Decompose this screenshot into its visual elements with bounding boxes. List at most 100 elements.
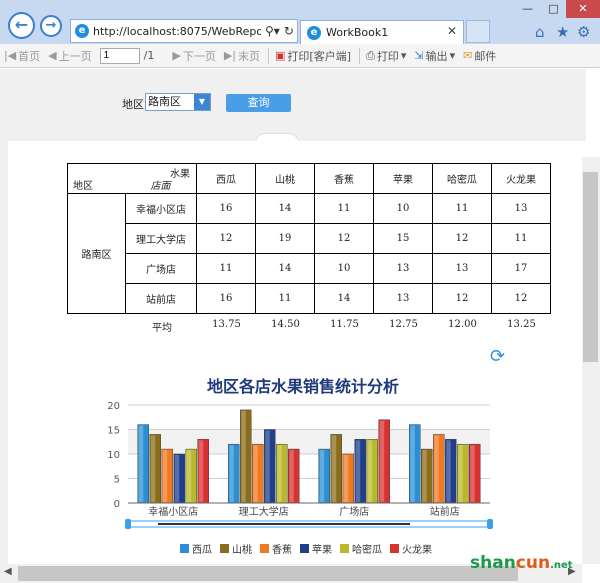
watermark-logo: shancun.net	[470, 553, 573, 573]
report-margin	[0, 141, 8, 564]
table-row: 站前店 16 11 14 13 12 12	[68, 283, 551, 314]
bar-highlight	[162, 450, 168, 502]
query-button[interactable]: 查询	[226, 94, 291, 112]
next-page-button[interactable]: ▶ 下一页	[172, 48, 215, 64]
bar-highlight	[367, 440, 373, 502]
print-client-label: 打印[客户端]	[287, 49, 351, 63]
chart-title: 地区各店水果销售统计分析	[207, 377, 399, 396]
chevron-down-icon: ▾	[400, 49, 407, 62]
value-cell: 12	[491, 283, 551, 314]
chevron-down-icon: ▾	[449, 49, 456, 62]
legend-label: 哈密瓜	[352, 545, 382, 556]
print-client-button[interactable]: ▣ 打印[客户端]	[275, 48, 351, 64]
maximize-button[interactable]: □	[541, 0, 566, 18]
page-number-input[interactable]	[99, 47, 140, 64]
scroll-left-icon[interactable]: ◀	[4, 566, 12, 577]
export-button[interactable]: ⇲ 输出 ▾	[414, 48, 455, 64]
home-icon[interactable]: ⌂	[535, 23, 545, 41]
back-arrow-icon[interactable]: ←	[8, 12, 35, 39]
legend-item[interactable]: 西瓜	[180, 541, 212, 556]
bar-highlight	[241, 410, 246, 502]
corner-label-fruit: 水果	[170, 169, 190, 180]
col-header-5: 火龙果	[491, 163, 551, 194]
y-tick-label: 15	[107, 426, 120, 437]
area-select[interactable]: 路南区 ▼	[145, 93, 211, 111]
value-cell: 11	[255, 283, 315, 314]
vertical-scroll-thumb[interactable]	[583, 172, 598, 362]
legend-label: 火龙果	[402, 545, 432, 556]
bar-highlight	[355, 440, 361, 502]
col-header-1: 山桃	[255, 163, 315, 194]
bar-highlight	[198, 440, 204, 502]
email-button[interactable]: ✉ 邮件	[463, 48, 496, 64]
col-header-0: 西瓜	[196, 163, 256, 194]
chart-zoom-slider[interactable]	[125, 519, 493, 529]
pdf-icon: ▣	[275, 49, 286, 62]
tab-workbook1[interactable]: e WorkBook1 ✕	[300, 20, 464, 44]
y-tick-label: 20	[107, 401, 120, 412]
address-bar[interactable]: e http://localhost:8075/WebReport/I ⚲▾ ↻	[70, 19, 298, 43]
bar-highlight	[458, 445, 463, 502]
chart-x-axis: 幸福小区店 理工大学店 广场店 站前店	[128, 502, 490, 518]
favorites-star-icon[interactable]: ★	[556, 23, 569, 41]
last-page-icon: ▶|	[223, 49, 236, 62]
prev-page-button[interactable]: ◀ 上一页	[48, 48, 91, 64]
chevron-down-icon[interactable]: ▼	[194, 94, 210, 110]
close-tab-icon[interactable]: ✕	[447, 24, 457, 38]
x-tick-label: 站前店	[430, 505, 460, 518]
bar-highlight	[422, 450, 427, 502]
corner-header-right: 水果 店面	[125, 163, 197, 194]
close-window-button[interactable]: ✕	[566, 0, 600, 18]
bar-highlight	[319, 450, 325, 502]
horizontal-scroll-thumb[interactable]	[18, 566, 518, 581]
corner-header-left: 地区	[67, 163, 126, 194]
area-select-value: 路南区	[148, 95, 181, 108]
last-page-button[interactable]: ▶| 末页	[224, 48, 260, 64]
print-button[interactable]: ⎙ 打印 ▾	[366, 48, 406, 64]
forward-arrow-icon[interactable]: →	[40, 15, 62, 37]
settings-gear-icon[interactable]: ⚙	[577, 23, 590, 41]
bar-highlight	[186, 450, 192, 502]
next-page-icon: ▶	[172, 49, 181, 62]
chart-refresh-icon[interactable]: ⟳	[490, 346, 505, 367]
ie-tab-icon: e	[307, 25, 321, 40]
prev-page-label: 上一页	[58, 49, 92, 63]
new-tab-button[interactable]	[466, 20, 490, 43]
legend-label: 苹果	[312, 545, 332, 556]
legend-swatch	[220, 544, 229, 553]
value-cell: 17	[491, 253, 551, 284]
minimize-button[interactable]: —	[515, 0, 540, 18]
export-icon: ⇲	[414, 49, 424, 62]
col-header-3: 苹果	[373, 163, 433, 194]
export-label: 输出	[425, 49, 448, 63]
mail-icon: ✉	[463, 49, 473, 62]
average-value: 13.75	[212, 319, 241, 330]
average-value: 12.00	[448, 319, 477, 330]
legend-swatch	[340, 544, 349, 553]
first-page-button[interactable]: |◀ 首页	[4, 48, 40, 64]
zoom-handle[interactable]	[487, 519, 493, 529]
legend-item[interactable]: 香蕉	[260, 541, 292, 556]
value-cell: 11	[314, 193, 374, 224]
ie-page-icon: e	[75, 24, 89, 38]
chart-y-axis: 0 5 10 15 20	[107, 401, 120, 510]
legend-item[interactable]: 山桃	[220, 541, 252, 556]
search-icon[interactable]: ⚲▾	[265, 24, 280, 38]
legend-swatch	[300, 544, 309, 553]
bar-highlight	[174, 455, 180, 502]
print-label: 打印	[376, 49, 399, 63]
corner-label-region: 地区	[73, 181, 93, 192]
y-tick-label: 0	[114, 499, 120, 510]
legend-item[interactable]: 苹果	[300, 541, 332, 556]
legend-item[interactable]: 哈密瓜	[340, 541, 382, 556]
address-url[interactable]: http://localhost:8075/WebReport/I	[93, 25, 261, 38]
legend-item[interactable]: 火龙果	[390, 541, 432, 556]
store-cell: 广场店	[125, 253, 197, 284]
toolbar-separator	[268, 47, 269, 64]
zoom-handle[interactable]	[125, 519, 131, 529]
next-page-label: 下一页	[182, 49, 216, 63]
store-cell: 站前店	[125, 283, 197, 314]
legend-swatch	[390, 544, 399, 553]
refresh-icon[interactable]: ↻	[284, 24, 294, 38]
bar-highlight	[138, 425, 144, 502]
